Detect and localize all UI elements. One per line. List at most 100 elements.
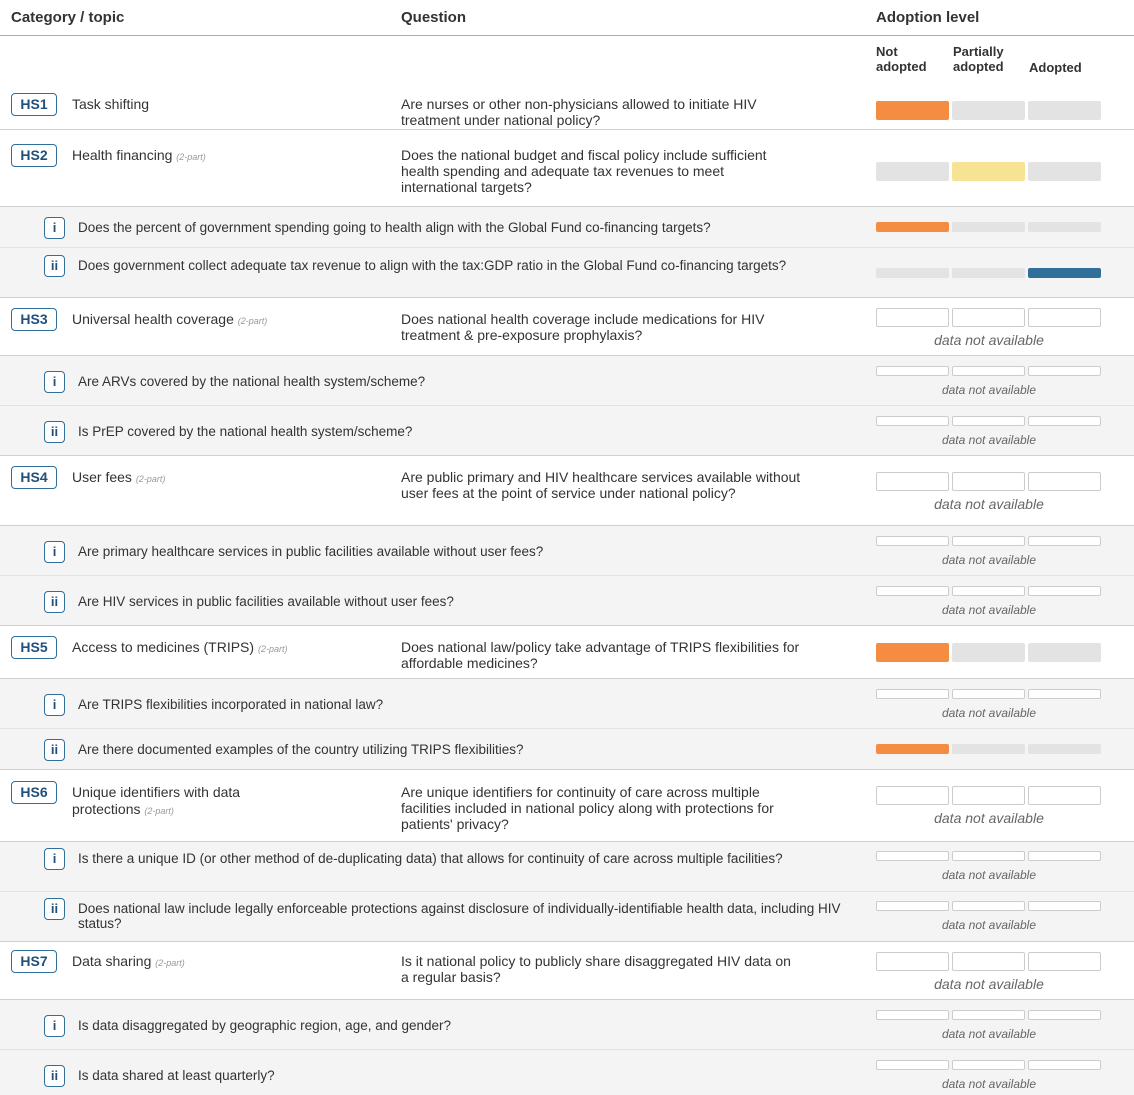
adoption-segment-partially-adopted	[952, 744, 1025, 754]
adoption-segment-not-adopted	[876, 1060, 949, 1070]
sub-question-row: ii Are HIV services in public facilities …	[0, 576, 1134, 626]
topic-row: HS2 Health financing (2-part) Does the nat…	[0, 130, 1134, 207]
question-text: Does the national budget and fiscal poli…	[401, 147, 767, 195]
adoption-segment-partially-adopted	[952, 472, 1025, 491]
question-text: Does national health coverage include me…	[401, 311, 765, 343]
question-text: Does national law/policy take advantage …	[401, 639, 800, 671]
adoption-segment-not-adopted	[876, 162, 949, 181]
data-not-available-label: data not available	[941, 433, 1037, 447]
adoption-segment-adopted	[1028, 643, 1101, 662]
question-text: Are nurses or other non-physicians allow…	[401, 96, 757, 128]
adoption-segment-partially-adopted	[952, 851, 1025, 861]
adoption-segment-not-adopted	[876, 222, 949, 232]
adoption-level-bar	[876, 1060, 1102, 1070]
topic-code-badge: HS3	[11, 308, 57, 331]
adoption-segment-not-adopted	[876, 1010, 949, 1020]
topic-code-badge: HS4	[11, 466, 57, 489]
topic-label: Health financing	[72, 147, 173, 163]
sub-question-row: ii Does national law include legally enfo…	[0, 892, 1134, 942]
adoption-segment-adopted	[1028, 308, 1101, 327]
topic-label: User fees	[72, 469, 132, 485]
adoption-segment-adopted	[1028, 744, 1101, 754]
adoption-segment-adopted	[1028, 851, 1101, 861]
adoption-level-bar	[876, 268, 1102, 278]
question-text: Are unique identifiers for continuity of…	[401, 784, 774, 832]
adoption-level-bar	[876, 586, 1102, 596]
adoption-level-bar	[876, 366, 1102, 376]
level-header-partially-adopted: Partially adopted	[953, 44, 1004, 74]
adoption-segment-not-adopted	[876, 744, 949, 754]
sub-question-badge: i	[44, 848, 65, 870]
topic-name: Universal health coverage (2-part)	[72, 311, 372, 330]
topic-name: User fees (2-part)	[72, 469, 372, 488]
sub-question-badge: i	[44, 694, 65, 716]
adoption-segment-not-adopted	[876, 901, 949, 911]
data-not-available-label: data not available	[941, 918, 1037, 932]
topic-row: HS7 Data sharing (2-part) Is it national p…	[0, 942, 1134, 1000]
sub-question-text: Are ARVs covered by the national health …	[78, 374, 426, 389]
adoption-segment-not-adopted	[876, 101, 949, 120]
sub-question-badge: ii	[44, 1065, 65, 1087]
sub-question-row: i Are TRIPS flexibilities incorporated in…	[0, 679, 1134, 729]
adoption-segment-adopted	[1028, 536, 1101, 546]
topic-code-badge: HS7	[11, 950, 57, 973]
sub-question-row: ii Is PrEP covered by the national health…	[0, 406, 1134, 456]
adoption-segment-not-adopted	[876, 689, 949, 699]
adoption-segment-partially-adopted	[952, 101, 1025, 120]
sub-question-row: i Is data disaggregated by geographic reg…	[0, 1000, 1134, 1050]
topic-code-badge: HS5	[11, 636, 57, 659]
level-header-not-adopted: Not adopted	[876, 44, 927, 74]
data-not-available-label: data not available	[941, 1077, 1037, 1091]
adoption-segment-adopted	[1028, 416, 1101, 426]
adoption-level-bar	[876, 222, 1102, 232]
adoption-level-bar	[876, 952, 1102, 971]
topic-code-badge: HS1	[11, 93, 57, 116]
adoption-segment-partially-adopted	[952, 952, 1025, 971]
adoption-segment-not-adopted	[876, 643, 949, 662]
adoption-level-bar	[876, 416, 1102, 426]
adoption-segment-not-adopted	[876, 586, 949, 596]
topic-name: Health financing (2-part)	[72, 147, 372, 166]
adoption-segment-adopted	[1028, 1010, 1101, 1020]
adoption-segment-adopted	[1028, 1060, 1101, 1070]
sub-question-row: ii Are there documented examples of the c…	[0, 729, 1134, 770]
sub-question-text: Does national law include legally enforc…	[78, 901, 841, 931]
adoption-level-bar	[876, 472, 1102, 491]
topic-row: HS1 Task shifting Are nurses or other non-…	[0, 86, 1134, 130]
adoption-level-bar	[876, 536, 1102, 546]
sub-question-text: Are HIV services in public facilities av…	[78, 594, 454, 609]
sub-question-badge: ii	[44, 898, 65, 920]
data-not-available-label: data not available	[941, 383, 1037, 397]
topic-code-badge: HS2	[11, 144, 57, 167]
topic-row: HS5 Access to medicines (TRIPS) (2-part) D…	[0, 626, 1134, 679]
adoption-level-bar	[876, 851, 1102, 861]
adoption-segment-adopted	[1028, 101, 1101, 120]
adoption-level-bar	[876, 643, 1102, 662]
adoption-segment-partially-adopted	[952, 222, 1025, 232]
adoption-segment-not-adopted	[876, 268, 949, 278]
adoption-segment-partially-adopted	[952, 268, 1025, 278]
sub-question-row: i Are ARVs covered by the national health…	[0, 356, 1134, 406]
adoption-segment-not-adopted	[876, 952, 949, 971]
adoption-segment-not-adopted	[876, 786, 949, 805]
sub-question-badge: ii	[44, 421, 65, 443]
data-not-available-label: data not available	[941, 868, 1037, 882]
topic-label: Data sharing	[72, 953, 152, 969]
adoption-level-bar	[876, 162, 1102, 181]
question-column-header: Question	[401, 9, 467, 26]
sub-question-row: ii Is data shared at least quarterly? data…	[0, 1050, 1134, 1095]
adoption-segment-not-adopted	[876, 536, 949, 546]
sub-question-row: ii Does government collect adequate tax r…	[0, 248, 1134, 298]
adoption-segment-adopted	[1028, 952, 1101, 971]
adoption-segment-partially-adopted	[952, 308, 1025, 327]
topic-label: Task shifting	[72, 96, 150, 112]
sub-question-row: i Does the percent of government spending…	[0, 207, 1134, 248]
data-not-available-label: data not available	[941, 1027, 1037, 1041]
topic-name: Unique identifiers with data protections…	[72, 784, 292, 820]
adoption-level-bar	[876, 308, 1102, 327]
adoption-segment-not-adopted	[876, 416, 949, 426]
sub-question-text: Is data shared at least quarterly?	[78, 1068, 275, 1083]
topic-label: Universal health coverage	[72, 311, 234, 327]
adoption-segment-partially-adopted	[952, 162, 1025, 181]
sub-question-text: Is PrEP covered by the national health s…	[78, 424, 413, 439]
